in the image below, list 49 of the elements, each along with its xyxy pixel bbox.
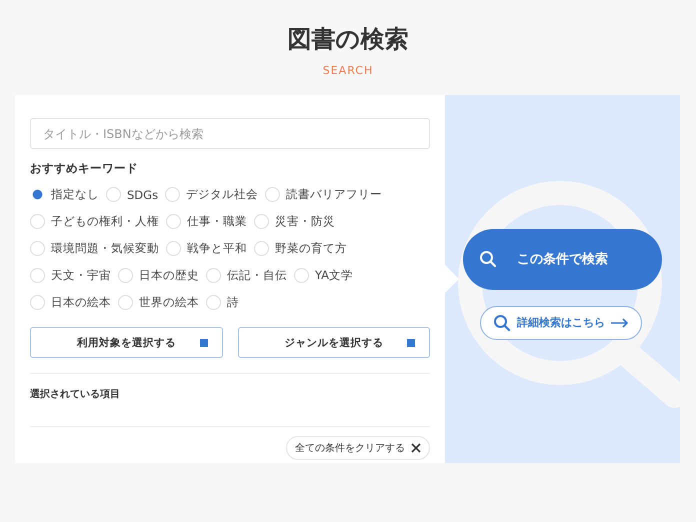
radio-button[interactable] — [254, 241, 269, 256]
radio-button[interactable] — [166, 214, 181, 229]
search-field[interactable]: タイトル・ISBNなどから検索 — [30, 118, 430, 149]
radio-button[interactable] — [206, 295, 221, 310]
square-icon — [200, 338, 208, 346]
radio-button[interactable] — [294, 268, 309, 283]
keyword-radio-option[interactable]: 日本の歴史 — [118, 265, 199, 286]
advanced-search-link[interactable]: 詳細検索はこちら — [480, 306, 642, 340]
select-button[interactable]: 利用対象を選択する — [30, 327, 222, 358]
radio-button[interactable] — [30, 241, 45, 256]
select-button[interactable]: ジャンルを選択する — [238, 327, 430, 358]
radio-button[interactable] — [106, 187, 121, 202]
keyword-radio-option[interactable]: 戦争と平和 — [166, 238, 247, 259]
radio-button[interactable] — [30, 295, 45, 310]
keyword-radio-option[interactable]: 災害・防災 — [254, 211, 335, 232]
arrow-icon — [611, 318, 629, 328]
radio-button[interactable] — [166, 241, 181, 256]
search-icon — [479, 250, 497, 268]
radio-button[interactable] — [254, 214, 269, 229]
keyword-radio-option[interactable]: 環境問題・気候変動 — [30, 238, 159, 259]
radio-button[interactable] — [30, 214, 45, 229]
keyword-radio-option[interactable]: 野菜の育て方 — [254, 238, 347, 259]
keyword-radio-option[interactable]: YA文学 — [294, 265, 353, 286]
keyword-radio-option[interactable]: 天文・宇宙 — [30, 265, 111, 286]
radio-button[interactable] — [118, 268, 133, 283]
keyword-radio-option[interactable]: 世界の絵本 — [118, 292, 199, 313]
radio-button[interactable] — [118, 295, 133, 310]
clear-button[interactable]: 全ての条件をクリアする — [286, 436, 430, 460]
keyword-radio-option[interactable]: SDGs — [106, 184, 158, 205]
keyword-radio-option[interactable]: 仕事・職業 — [166, 211, 247, 232]
search-button[interactable]: この条件で検索 — [463, 228, 662, 290]
radio-button[interactable] — [265, 187, 280, 202]
close-icon — [411, 443, 421, 453]
keyword-radio-option[interactable]: 読書バリアフリー — [265, 184, 382, 205]
keyword-radio-option[interactable]: 子どもの権利・人権 — [30, 211, 159, 232]
radio-button[interactable] — [206, 268, 221, 283]
keywords-heading: おすすめキーワード — [30, 161, 139, 176]
radio-button[interactable] — [165, 187, 180, 202]
search-icon — [493, 314, 511, 332]
keyword-radio-option[interactable]: 詩 — [206, 292, 239, 313]
page-title: 図書の検索 — [286, 24, 410, 55]
keyword-radio-option[interactable]: 指定なし — [30, 184, 99, 205]
selected-items-heading: 選択されている項目 — [30, 388, 121, 402]
page-subtitle: SEARCH — [322, 64, 374, 77]
keyword-radio-option[interactable]: デジタル社会 — [165, 184, 258, 205]
keyword-radio-option[interactable]: 日本の絵本 — [30, 292, 111, 313]
square-icon — [407, 338, 415, 346]
keyword-radio-option[interactable]: 伝記・自伝 — [206, 265, 287, 286]
radio-button[interactable] — [30, 268, 45, 283]
